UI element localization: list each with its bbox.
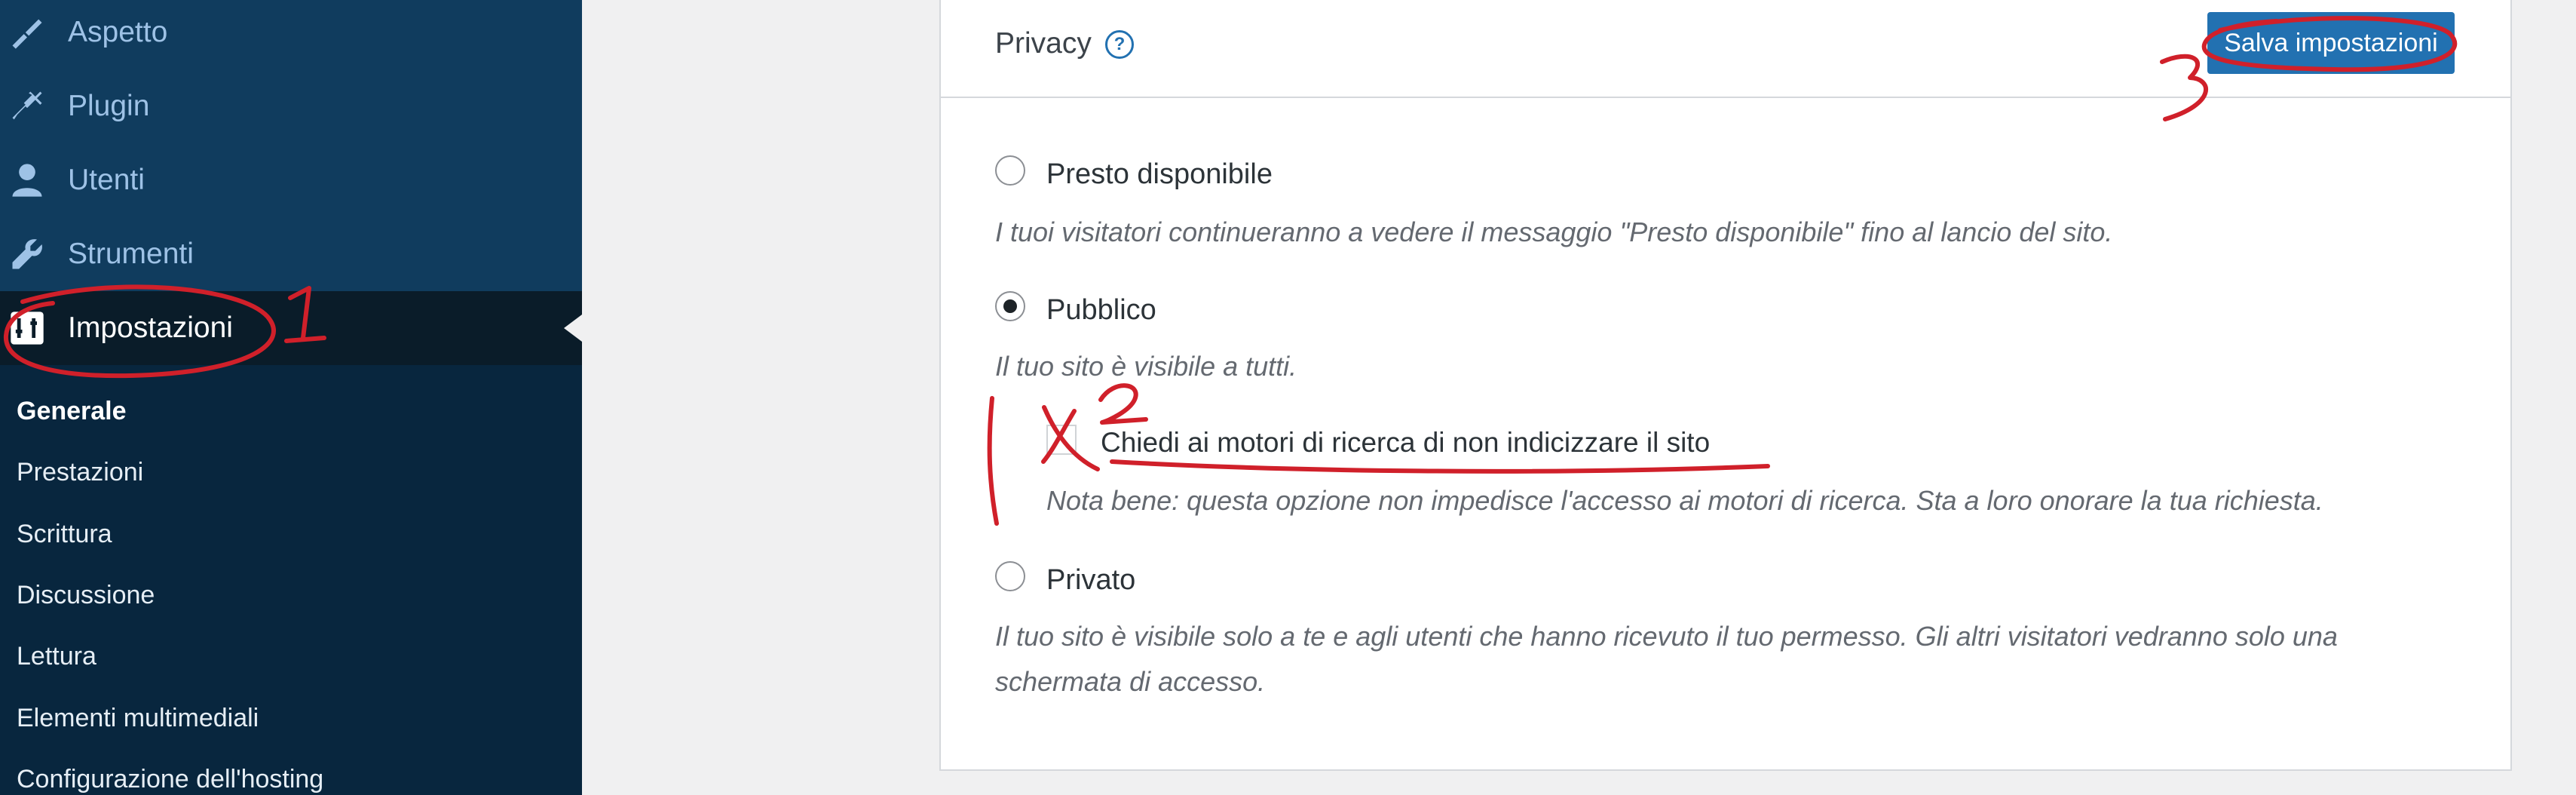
submenu-item-scrittura[interactable]: Scrittura: [17, 520, 112, 549]
help-icon[interactable]: ?: [1105, 30, 1134, 59]
submenu-item-lettura[interactable]: Lettura: [17, 642, 96, 671]
noindex-label[interactable]: Chiedi ai motori di ricerca di non indic…: [1101, 427, 1710, 459]
plug-icon: [12, 91, 42, 120]
submenu-item-hosting[interactable]: Configurazione dell'hosting: [17, 765, 323, 794]
card-title: Privacy: [995, 27, 1092, 60]
submenu-item-prestazioni[interactable]: Prestazioni: [17, 458, 143, 487]
brush-icon: [12, 19, 42, 49]
submenu-item-generale[interactable]: Generale: [17, 397, 127, 426]
submenu-item-discussione[interactable]: Discussione: [17, 581, 155, 610]
menu-label: Impostazioni: [68, 312, 233, 344]
submenu-item-media[interactable]: Elementi multimediali: [17, 704, 259, 733]
radio-private[interactable]: [995, 561, 1025, 591]
admin-sidebar: Aspetto Plugin Utenti Strumenti Impostaz…: [0, 0, 582, 795]
menu-label: Plugin: [68, 90, 150, 122]
menu-label: Utenti: [68, 164, 145, 196]
wrench-icon: [12, 239, 42, 269]
menu-item-impostazioni[interactable]: Impostazioni: [0, 291, 582, 365]
radio-coming-soon[interactable]: [995, 155, 1025, 186]
privacy-card: Privacy ? Salva impostazioni Presto disp…: [939, 0, 2512, 771]
save-settings-button[interactable]: Salva impostazioni: [2207, 12, 2455, 74]
card-header: Privacy ? Salva impostazioni: [941, 0, 2510, 98]
menu-item-plugin[interactable]: Plugin: [0, 69, 582, 143]
menu-label: Strumenti: [68, 238, 194, 270]
menu-label: Aspetto: [68, 16, 168, 48]
option-label-private[interactable]: Privato: [1046, 564, 1135, 597]
radio-public[interactable]: [995, 291, 1025, 321]
option-label-coming-soon[interactable]: Presto disponibile: [1046, 158, 1273, 191]
user-icon: [12, 164, 42, 197]
menu-item-utenti[interactable]: Utenti: [0, 143, 582, 217]
noindex-note: Nota bene: questa opzione non impedisce …: [1046, 485, 2323, 516]
menu-item-aspetto[interactable]: Aspetto: [0, 0, 582, 69]
option-description-coming-soon: I tuoi visitatori continueranno a vedere…: [995, 216, 2113, 247]
settings-icon: [11, 312, 44, 345]
menu-item-strumenti[interactable]: Strumenti: [0, 217, 582, 291]
option-description-public: Il tuo sito è visibile a tutti.: [995, 351, 1297, 382]
settings-submenu: Generale Prestazioni Scrittura Discussio…: [0, 365, 582, 795]
option-label-public[interactable]: Pubblico: [1046, 294, 1156, 327]
option-description-private: Il tuo sito è visibile solo a te e agli …: [995, 621, 2338, 697]
noindex-checkbox[interactable]: [1046, 425, 1077, 455]
